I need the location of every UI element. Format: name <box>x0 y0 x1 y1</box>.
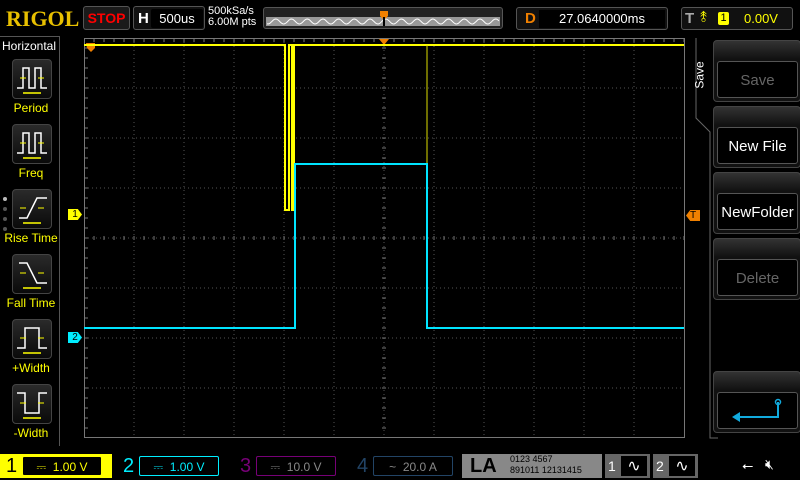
channel-4-button[interactable]: 4 ~ 20.0 A <box>351 454 463 478</box>
dc-coupling-icon: ⎓ <box>36 460 47 474</box>
period-icon <box>17 67 47 94</box>
channel-3-button[interactable]: 3 ⎓ 10.0 V <box>234 454 346 478</box>
measure-label: -Width <box>13 426 49 440</box>
speaker-muted-icon[interactable]: 🔇︎ <box>765 456 774 473</box>
button-label: Delete <box>717 259 798 296</box>
sine-wave-icon: ∿ <box>621 456 647 476</box>
measure-rise-time-button[interactable] <box>12 189 52 229</box>
button-label: Save <box>717 61 798 98</box>
status-bar: 1 ⎓ 1.00 V 2 ⎓ 1.00 V 3 ⎓ 10.0 V 4 ~ 20.0 A LA 01… <box>0 452 800 480</box>
memory-depth: 6.00M pts <box>208 16 257 28</box>
ch1-offset-marker[interactable]: 1 <box>68 209 82 220</box>
page-dot <box>3 217 7 221</box>
button-label: NewFolder <box>717 193 798 230</box>
measure-label: Rise Time <box>4 231 58 245</box>
delete-button[interactable]: Delete <box>713 238 800 300</box>
channel-number: 1 <box>6 455 18 477</box>
channel-number: 3 <box>240 455 252 477</box>
ac-coupling-icon: ~ <box>389 460 397 474</box>
measure-label: Fall Time <box>6 296 56 310</box>
page-dot <box>3 197 7 201</box>
measure-period-button[interactable] <box>12 59 52 99</box>
acquisition-info: 500kSa/s 6.00M pts <box>208 6 256 28</box>
newfolder-button[interactable]: NewFolder <box>713 172 800 234</box>
waveform-display[interactable] <box>84 38 685 438</box>
horizontal-measure-menu: Horizontal Period Freq Rise Time Fall Time +… <box>0 36 60 446</box>
channel-number: 2 <box>123 455 135 477</box>
channel-number: 4 <box>357 455 369 477</box>
measure--width-button[interactable] <box>12 384 52 424</box>
rigol-logo: RIGOL <box>6 6 80 31</box>
usb-icon: ⭠ <box>742 457 754 473</box>
math-number: 2 <box>656 458 664 474</box>
new-file-button[interactable]: New File <box>713 106 800 168</box>
measure--width-button[interactable] <box>12 319 52 359</box>
save-menu: Save Save New File NewFolder Delete <box>688 38 800 448</box>
channel-scale: 20.0 A <box>402 460 437 474</box>
measure-label: +Width <box>12 361 50 375</box>
math-1-button[interactable]: 1 ∿ <box>605 454 650 478</box>
back-button[interactable] <box>713 371 800 433</box>
rising-edge-icon: ⥉ <box>700 9 708 26</box>
timebase-box[interactable]: H 500us <box>133 6 205 30</box>
rise-time-icon <box>19 197 47 224</box>
channel-2-button[interactable]: 2 ⎓ 1.00 V <box>117 454 229 478</box>
measure-label: Freq <box>18 166 44 180</box>
channel-scale: 10.0 V <box>286 460 322 474</box>
ch2-offset-marker[interactable]: 2 <box>68 332 82 343</box>
button-label: New File <box>717 127 798 164</box>
math-2-button[interactable]: 2 ∿ <box>653 454 698 478</box>
freq-icon <box>17 132 47 159</box>
dc-coupling-icon: ⎓ <box>270 460 281 474</box>
sine-wave-icon: ∿ <box>669 456 695 476</box>
page-dot <box>3 207 7 211</box>
measure-label: Period <box>13 101 49 115</box>
delay-label: D <box>525 10 536 27</box>
la-channels: 0123 4567 891011 12131415 <box>510 454 582 475</box>
negative-width-icon <box>17 392 47 419</box>
timebase-label: H <box>138 10 149 27</box>
channel-scale: 1.00 V <box>52 460 88 474</box>
delay-value: 27.0640000ms <box>539 10 665 28</box>
math-number: 1 <box>608 458 616 474</box>
menu-title: Horizontal <box>2 39 57 53</box>
run-stop-status[interactable]: STOP <box>83 6 130 30</box>
delay-box[interactable]: D 27.0640000ms <box>516 7 668 30</box>
timebase-value: 500us <box>151 9 203 28</box>
channel-scale: 1.00 V <box>169 460 205 474</box>
fall-time-icon <box>19 262 47 289</box>
menu-title: Save <box>692 61 707 89</box>
trigger-level: 0.00V <box>744 11 778 26</box>
la-label: LA <box>470 455 497 477</box>
positive-width-icon <box>17 327 47 354</box>
trigger-label: T <box>685 10 695 27</box>
save-button[interactable]: Save <box>713 40 800 102</box>
return-arrow-icon <box>731 398 781 422</box>
memory-waveform-overview <box>266 11 500 26</box>
measure-fall-time-button[interactable] <box>12 254 52 294</box>
dc-coupling-icon: ⎓ <box>153 460 164 474</box>
logic-analyzer-button[interactable]: LA 0123 4567 891011 12131415 <box>462 454 602 478</box>
trigger-box[interactable]: T ⥉ 1 0.00V <box>681 7 793 30</box>
memory-position-bar[interactable] <box>263 7 503 29</box>
measure-freq-button[interactable] <box>12 124 52 164</box>
channel-1-button[interactable]: 1 ⎓ 1.00 V <box>0 454 112 478</box>
trigger-source: 1 <box>718 12 729 25</box>
